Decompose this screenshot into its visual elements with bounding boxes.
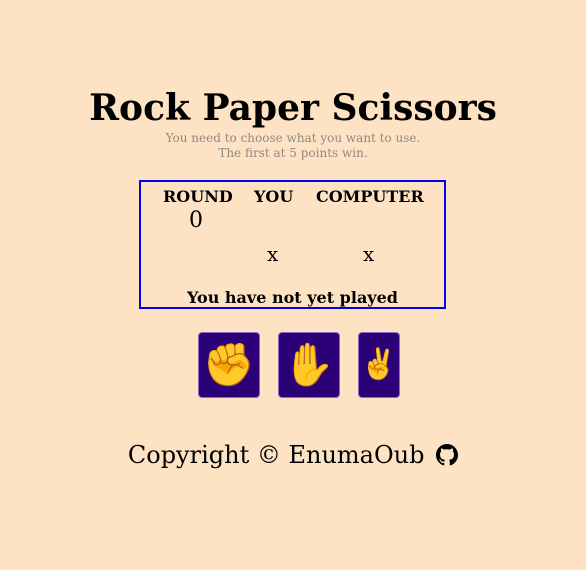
instructions-line-2: The first at 5 points win. [218, 146, 368, 160]
scissors-button[interactable]: ✌️ [358, 332, 400, 398]
raised-hand-icon: ✋ [282, 341, 336, 388]
copyright-text: Copyright © EnumaOub [127, 441, 425, 469]
you-header: YOU [254, 187, 294, 206]
instructions-line-1: You need to choose what you want to use. [165, 131, 421, 145]
round-header: ROUND [163, 187, 233, 206]
scoreboard: ROUND YOU COMPUTER 0 x x You have not ye… [139, 180, 446, 309]
raised-fist-icon: ✊ [202, 341, 256, 388]
result-message: You have not yet played [187, 288, 398, 307]
victory-hand-icon: ✌️ [360, 348, 398, 381]
computer-header: COMPUTER [316, 187, 424, 206]
footer: Copyright © EnumaOub [0, 440, 586, 473]
round-value: 0 [189, 208, 203, 233]
computer-choice: x [363, 242, 375, 266]
rock-button[interactable]: ✊ [198, 332, 260, 398]
paper-button[interactable]: ✋ [278, 332, 340, 398]
github-icon[interactable] [436, 443, 459, 473]
you-choice: x [267, 242, 279, 266]
page-title: Rock Paper Scissors [89, 87, 497, 129]
